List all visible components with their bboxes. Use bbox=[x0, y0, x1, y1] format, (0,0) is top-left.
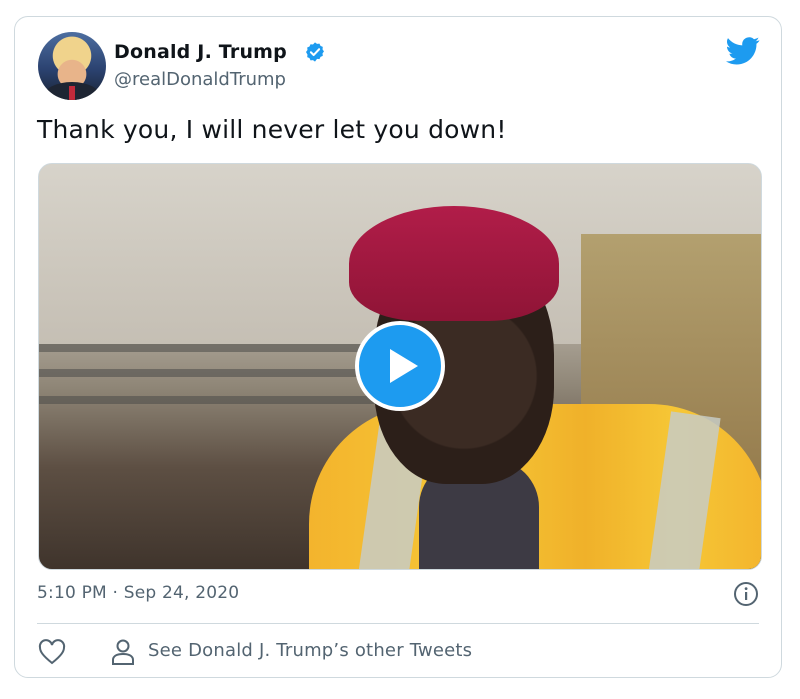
tweet-timestamp[interactable]: 5:10 PM · Sep 24, 2020 bbox=[37, 583, 239, 603]
info-icon[interactable] bbox=[733, 581, 759, 607]
author-handle[interactable]: @realDonaldTrump bbox=[114, 69, 286, 90]
tweet-card[interactable]: Donald J. Trump @realDonaldTrump Thank y… bbox=[14, 16, 782, 678]
video-frame-durag bbox=[349, 206, 559, 321]
see-other-tweets-link[interactable]: See Donald J. Trump’s other Tweets bbox=[148, 640, 472, 661]
video-player[interactable] bbox=[38, 163, 762, 570]
twitter-bird-icon[interactable] bbox=[726, 36, 760, 66]
tweet-text: Thank you, I will never let you down! bbox=[37, 115, 507, 144]
person-icon[interactable] bbox=[110, 638, 136, 666]
avatar[interactable] bbox=[38, 32, 106, 100]
heart-icon[interactable] bbox=[37, 638, 67, 666]
avatar-tie bbox=[69, 86, 75, 100]
verified-badge-icon bbox=[306, 42, 324, 62]
play-button[interactable] bbox=[355, 321, 445, 411]
divider bbox=[37, 623, 759, 624]
author-name[interactable]: Donald J. Trump bbox=[114, 41, 287, 63]
play-icon bbox=[390, 349, 418, 383]
